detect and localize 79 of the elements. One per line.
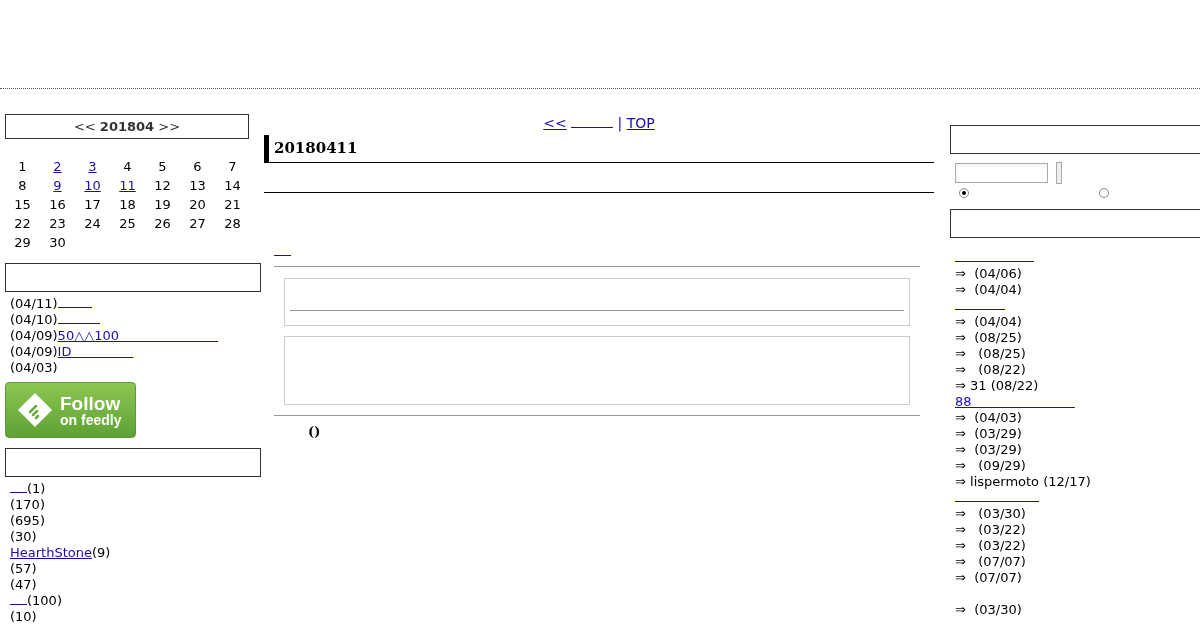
entry-date: (04/11) — [10, 296, 58, 311]
comment-item: ⇒ (03/29) — [955, 426, 1023, 442]
top-link[interactable]: TOP — [626, 115, 655, 131]
comment-item: ⇒ (04/04) — [955, 314, 1023, 330]
calendar-day: 17 — [84, 197, 101, 212]
comment-item: ⇒ (03/30) — [955, 602, 1023, 618]
calendar-day-link[interactable]: 2 — [53, 159, 62, 174]
entry-date: (04/03) — [10, 360, 58, 375]
category-count: (1) — [27, 481, 46, 496]
entry-date: (04/09) — [10, 344, 58, 359]
calendar-day-link[interactable]: 9 — [53, 178, 62, 193]
calendar-day: 13 — [189, 178, 206, 193]
comment-item: ⇒ (03/22) — [955, 522, 1027, 538]
entry-date: (04/09) — [10, 328, 58, 343]
calendar-day: 8 — [18, 178, 27, 193]
calendar-day: 21 — [224, 197, 241, 212]
entry-link[interactable]: ID — [57, 344, 134, 359]
comment-item: ⇒ (07/07) — [955, 570, 1023, 586]
calendar-day-link[interactable]: 11 — [119, 178, 136, 193]
calendar-day-link[interactable]: 3 — [88, 159, 97, 174]
calendar-day: 1 — [18, 159, 27, 174]
comment-item: ⇒ (09/29) — [955, 458, 1027, 474]
comment-item: ⇒ lispermoto (12/17) — [955, 474, 1092, 490]
comment-item: ⇒ (04/03) — [955, 410, 1023, 426]
category-count: (10) — [10, 609, 37, 624]
comment-entry-link[interactable]: 88 — [955, 394, 1075, 409]
feedly-logo-icon — [16, 391, 54, 429]
calendar-day: 22 — [14, 216, 31, 231]
entry-link[interactable]: 50△△100 — [57, 328, 219, 343]
comment-item: ⇒ 31 (08/22) — [955, 378, 1040, 394]
calendar-day: 24 — [84, 216, 101, 231]
calendar-header: << 201804 >> — [5, 114, 249, 139]
category-link[interactable]: HearthStone — [10, 545, 92, 560]
on-feedly-label: on feedly — [60, 412, 122, 427]
calendar-day: 28 — [224, 216, 241, 231]
calendar-day: 26 — [154, 216, 171, 231]
comment-item: ⇒ (08/22) — [955, 362, 1027, 378]
calendar-day: 30 — [49, 235, 66, 250]
category-count: (695) — [10, 513, 45, 528]
calendar-day-link[interactable]: 10 — [84, 178, 101, 193]
category-count: (30) — [10, 529, 37, 544]
comment-item: ⇒ (04/04) — [955, 282, 1023, 298]
category-count: (57) — [10, 561, 37, 576]
calendar-day: 20 — [189, 197, 206, 212]
category-count: (47) — [10, 577, 37, 592]
calendar-day: 23 — [49, 216, 66, 231]
calendar-day: 15 — [14, 197, 31, 212]
calendar-day: 6 — [193, 159, 202, 174]
comment-item: ⇒ (03/22) — [955, 538, 1027, 554]
search-option-radio[interactable] — [959, 188, 969, 198]
calendar-day: 25 — [119, 216, 136, 231]
calendar-day: 16 — [49, 197, 66, 212]
calendar-day: 27 — [189, 216, 206, 231]
search-option-radio[interactable] — [1099, 188, 1109, 198]
calendar-day: 29 — [14, 235, 31, 250]
search-field[interactable] — [955, 163, 1048, 183]
entry-title: 20180411 — [264, 135, 934, 163]
calendar-day: 12 — [154, 178, 171, 193]
entry-footer: () — [308, 424, 321, 439]
follow-label: Follow — [60, 393, 121, 413]
comment-item: ⇒ (08/25) — [955, 346, 1027, 362]
comment-item: ⇒ (04/06) — [955, 266, 1023, 282]
comment-item: ⇒ (03/30) — [955, 506, 1027, 522]
calendar-day: 7 — [228, 159, 237, 174]
calendar-day: 4 — [123, 159, 132, 174]
category-count: (100) — [27, 593, 62, 608]
comment-item: ⇒ (03/29) — [955, 442, 1023, 458]
search-button[interactable] — [1056, 162, 1062, 184]
calendar-day: 19 — [154, 197, 171, 212]
category-count: (170) — [10, 497, 45, 512]
prev-link[interactable]: << — [543, 115, 567, 131]
entry-date: (04/10) — [10, 312, 58, 327]
calendar-day: 14 — [224, 178, 241, 193]
comment-item: ⇒ (07/07) — [955, 554, 1027, 570]
category-count: (9) — [91, 545, 111, 560]
calendar-day: 5 — [158, 159, 167, 174]
calendar-day: 18 — [119, 197, 136, 212]
comment-item: ⇒ (08/25) — [955, 330, 1023, 346]
nav-separator: | — [617, 115, 623, 131]
